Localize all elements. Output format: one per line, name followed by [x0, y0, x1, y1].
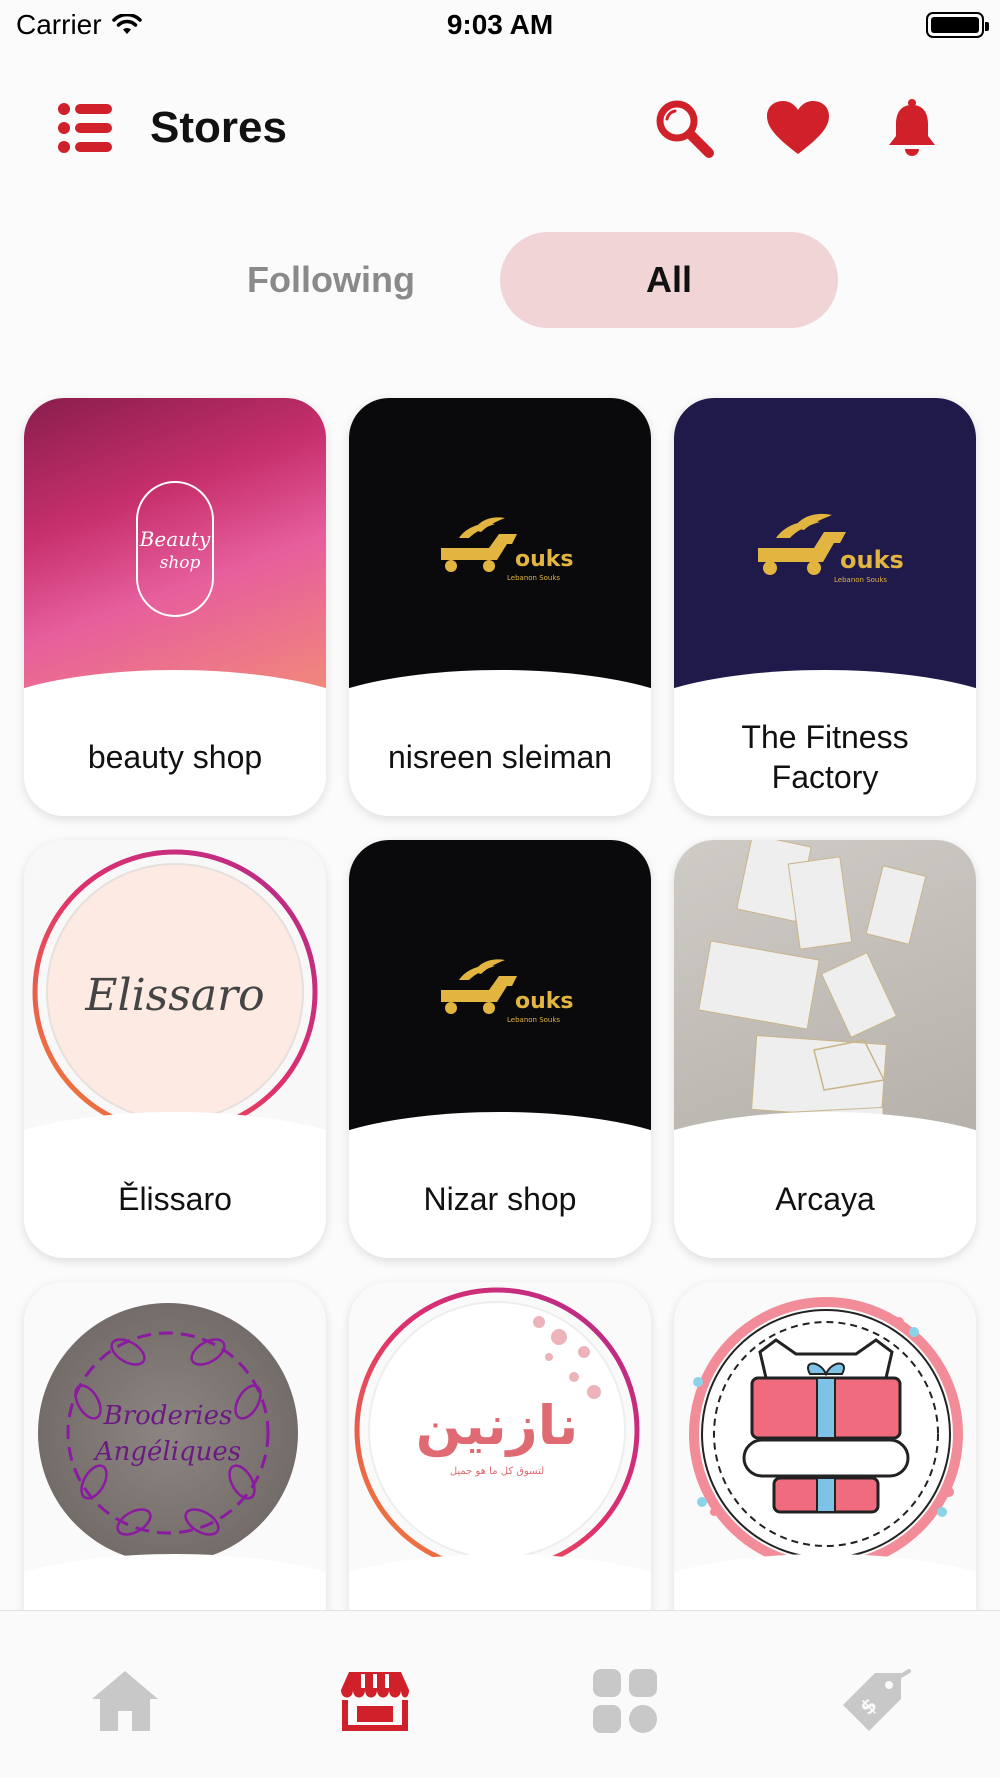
store-image: ouks Lebanon Souks — [349, 840, 651, 1140]
store-name: Ělissaro — [118, 1181, 232, 1217]
gift-bear-logo — [689, 1297, 963, 1571]
store-filter-tabs: Following All — [0, 232, 1000, 328]
store-name: beauty shop — [87, 739, 263, 775]
store-name: Arcaya — [775, 1181, 875, 1217]
status-time: 9:03 AM — [446, 9, 554, 40]
svg-text:ouks: ouks — [515, 547, 574, 572]
store-image — [674, 840, 976, 1140]
beauty-shop-logo: Beauty shop — [136, 481, 214, 617]
store-image: Beauty shop — [24, 398, 326, 698]
store-icon — [341, 1672, 409, 1731]
grid-icon — [593, 1669, 657, 1733]
bottom-nav: $ — [0, 1610, 1000, 1778]
svg-text:لتسوق كل ما هو جميل: لتسوق كل ما هو جميل — [450, 1466, 544, 1477]
favorites-button[interactable] — [765, 95, 831, 161]
bell-icon — [889, 98, 935, 156]
store-image: ouks Lebanon Souks — [349, 398, 651, 698]
store-card[interactable]: ouks Lebanon Souks nisreen sleiman — [349, 398, 651, 816]
svg-text:Lebanon Souks: Lebanon Souks — [834, 576, 887, 584]
store-card[interactable]: ouks Lebanon Souks The Fitness Factory — [674, 398, 976, 816]
nav-home[interactable] — [80, 1661, 170, 1741]
svg-text:Lebanon Souks: Lebanon Souks — [507, 574, 560, 582]
menu-button[interactable] — [55, 98, 115, 158]
wifi-icon — [111, 14, 142, 34]
status-left: Carrier — [16, 9, 142, 41]
store-card[interactable]: Beauty shop beauty shop — [24, 398, 326, 816]
header: Stores — [0, 80, 1000, 175]
store-image: ouks Lebanon Souks — [674, 398, 976, 698]
store-grid: Beauty shop beauty shop ouks Lebanon Sou… — [24, 398, 976, 1700]
svg-text:shop: shop — [160, 553, 201, 573]
price-tag-icon: $ — [843, 1669, 911, 1731]
nav-stores[interactable] — [330, 1661, 420, 1741]
svg-text:Beauty: Beauty — [139, 527, 211, 551]
nav-categories[interactable] — [580, 1661, 670, 1741]
menu-list-icon — [58, 102, 112, 153]
store-image: نازنين لتسوق كل ما هو جميل — [349, 1282, 651, 1582]
store-card[interactable]: Arcaya — [674, 840, 976, 1258]
status-bar: Carrier 9:03 AM — [0, 0, 1000, 50]
svg-text:Elissaro: Elissaro — [84, 970, 264, 1021]
page-title: Stores — [150, 102, 287, 152]
nav-offers[interactable]: $ — [830, 1661, 920, 1741]
tab-all[interactable]: All — [500, 232, 838, 328]
header-actions — [651, 95, 945, 161]
store-image: Elissaro — [24, 840, 326, 1140]
heart-icon — [767, 100, 829, 154]
tab-following[interactable]: Following — [162, 232, 500, 328]
svg-text:نازنين: نازنين — [416, 1394, 579, 1457]
souks-logo: ouks Lebanon Souks — [441, 517, 574, 582]
svg-text:Angéliques: Angéliques — [93, 1437, 241, 1467]
search-button[interactable] — [651, 95, 717, 161]
nazneen-logo: نازنين لتسوق كل ما هو جميل — [354, 1287, 640, 1573]
souks-logo: ouks Lebanon Souks — [441, 959, 574, 1024]
store-image: Broderies Angéliques — [24, 1282, 326, 1582]
svg-text:ouks: ouks — [840, 546, 904, 574]
store-name: The Fitness Factory — [741, 719, 909, 795]
search-icon — [656, 100, 714, 158]
svg-text:Lebanon Souks: Lebanon Souks — [507, 1016, 560, 1024]
notifications-button[interactable] — [879, 95, 945, 161]
store-name: nisreen sleiman — [387, 739, 613, 775]
svg-text:Broderies: Broderies — [103, 1401, 233, 1431]
souks-logo: ouks Lebanon Souks — [758, 513, 904, 584]
svg-text:ouks: ouks — [515, 989, 574, 1014]
store-card[interactable]: ouks Lebanon Souks Nizar shop — [349, 840, 651, 1258]
home-icon — [92, 1671, 158, 1731]
elissaro-logo: Elissaro — [32, 849, 318, 1135]
broderies-angeliques-logo: Broderies Angéliques — [38, 1303, 298, 1563]
business-cards-photo — [698, 840, 927, 1140]
store-image — [674, 1282, 976, 1582]
store-name: Nizar shop — [423, 1181, 577, 1217]
store-card[interactable]: Elissaro Ělissaro — [24, 840, 326, 1258]
carrier-label: Carrier — [16, 9, 102, 40]
battery-icon — [926, 12, 989, 38]
